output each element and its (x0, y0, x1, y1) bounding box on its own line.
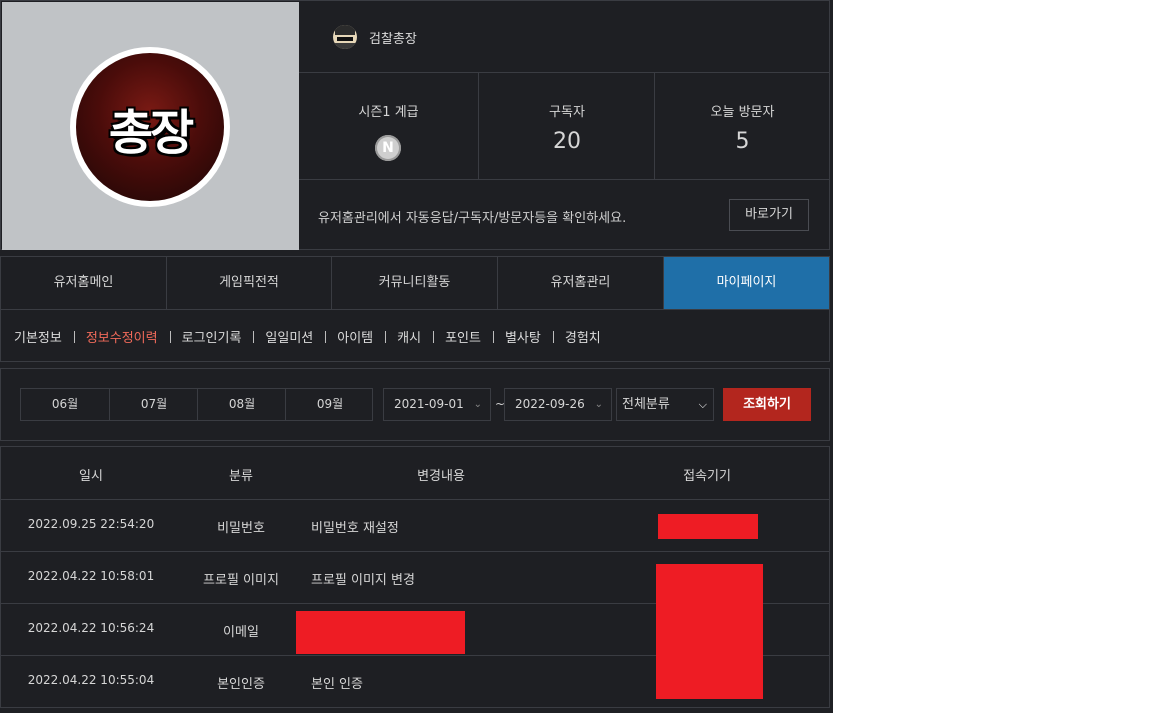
avatar-text: 총장 (108, 105, 194, 161)
stat-value: 20 (553, 129, 581, 154)
month-button[interactable]: 07월 (109, 389, 198, 420)
nav-panel: 유저홈메인 게임픽전적 커뮤니티활동 유저홈관리 마이페이지 기본정보 정보수정이… (0, 256, 830, 362)
row-change: 비밀번호 재설정 (311, 521, 399, 536)
row-datetime: 2022.09.25 22:54:20 (27, 517, 155, 531)
redaction-box (296, 611, 465, 654)
tab-mypage[interactable]: 마이페이지 (664, 257, 829, 309)
category-select[interactable]: 전체분류 ⌵ (616, 388, 714, 421)
row-change: 프로필 이미지 변경 (311, 573, 415, 588)
goto-button[interactable]: 바로가기 (729, 199, 809, 231)
stat-label: 오늘 방문자 (710, 105, 775, 120)
subtab-points[interactable]: 포인트 (445, 327, 481, 346)
app-window: 총장 검찰총장 시즌1 계급 N 구독자 20 오늘 방문자 5 유저홈관리에서… (0, 0, 833, 713)
subtab-cash[interactable]: 캐시 (397, 327, 421, 346)
month-selector: 06월 07월 08월 09월 (20, 388, 373, 421)
month-button[interactable]: 06월 (21, 389, 109, 420)
header-category: 분류 (229, 469, 253, 484)
history-table: 일시 분류 변경내용 접속기기 2022.09.25 22:54:20 비밀번호… (0, 446, 830, 708)
divider (73, 331, 75, 343)
divider (385, 331, 387, 343)
row-datetime: 2022.04.22 10:56:24 (27, 621, 155, 635)
divider (253, 331, 255, 343)
tab-game-pick-record[interactable]: 게임픽전적 (167, 257, 332, 309)
row-category: 본인인증 (217, 677, 265, 692)
filter-panel: 06월 07월 08월 09월 2021-09-01 ⌄ ~ 2022-09-2… (0, 368, 830, 441)
username: 검찰총장 (369, 32, 417, 47)
date-from-value: 2021-09-01 (394, 397, 464, 411)
stat-today-visitors: 오늘 방문자 5 (654, 73, 830, 179)
date-to-input[interactable]: 2022-09-26 ⌄ (504, 388, 612, 421)
profile-panel: 총장 검찰총장 시즌1 계급 N 구독자 20 오늘 방문자 5 유저홈관리에서… (0, 0, 830, 250)
avatar[interactable]: 총장 (70, 47, 230, 207)
header-change: 변경내용 (417, 469, 465, 484)
header-device: 접속기기 (683, 469, 731, 484)
main-tabs: 유저홈메인 게임픽전적 커뮤니티활동 유저홈관리 마이페이지 (1, 257, 829, 310)
stats-row: 시즌1 계급 N 구독자 20 오늘 방문자 5 (299, 73, 829, 180)
stat-label: 구독자 (549, 105, 585, 120)
chevron-down-icon: ⌄ (594, 399, 603, 410)
stat-subscribers: 구독자 20 (478, 73, 655, 179)
divider (169, 331, 171, 343)
month-button[interactable]: 09월 (285, 389, 374, 420)
avatar-image: 총장 (76, 53, 224, 201)
month-button[interactable]: 08월 (197, 389, 286, 420)
stat-value: 5 (735, 129, 750, 154)
subtab-edit-history[interactable]: 정보수정이력 (86, 327, 158, 346)
subtab-login-history[interactable]: 로그인기록 (182, 327, 242, 346)
tab-userhome-main[interactable]: 유저홈메인 (1, 257, 167, 309)
row-category: 이메일 (223, 625, 259, 640)
rank-badge-icon: N (375, 135, 401, 161)
subtab-basic-info[interactable]: 기본정보 (14, 327, 62, 346)
row-change: 본인 인증 (311, 677, 363, 692)
notice-text: 유저홈관리에서 자동응답/구독자/방문자등을 확인하세요. (318, 211, 627, 226)
divider (552, 331, 554, 343)
category-select-value: 전체분류 (622, 397, 670, 412)
row-datetime: 2022.04.22 10:55:04 (27, 673, 155, 687)
divider (325, 331, 327, 343)
divider (433, 331, 435, 343)
table-header: 일시 분류 변경내용 접속기기 (1, 447, 829, 500)
redaction-box (658, 514, 758, 539)
chevron-down-icon: ⌄ (473, 399, 482, 410)
divider (492, 331, 494, 343)
subtabs: 기본정보 정보수정이력 로그인기록 일일미션 아이템 캐시 포인트 별사탕 경험치 (14, 327, 601, 347)
stat-label: 시즌1 계급 (358, 105, 419, 120)
stat-season-rank: 시즌1 계급 N (299, 73, 478, 179)
user-row: 검찰총장 (299, 1, 829, 73)
tab-community-activity[interactable]: 커뮤니티활동 (332, 257, 498, 309)
chevron-down-icon: ⌵ (698, 398, 707, 411)
date-to-value: 2022-09-26 (515, 397, 585, 411)
row-datetime: 2022.04.22 10:58:01 (27, 569, 155, 583)
subtab-star-candy[interactable]: 별사탕 (505, 327, 541, 346)
avatar-area: 총장 (2, 2, 299, 250)
subtab-daily-mission[interactable]: 일일미션 (265, 327, 313, 346)
row-category: 비밀번호 (217, 521, 265, 536)
subtab-items[interactable]: 아이템 (337, 327, 373, 346)
header-datetime: 일시 (79, 469, 103, 484)
redaction-box (656, 564, 763, 699)
tab-userhome-manage[interactable]: 유저홈관리 (498, 257, 664, 309)
profile-info: 검찰총장 시즌1 계급 N 구독자 20 오늘 방문자 5 유저홈관리에서 자동… (299, 1, 829, 249)
row-category: 프로필 이미지 (203, 573, 279, 588)
rank-character-icon (333, 25, 357, 49)
date-from-input[interactable]: 2021-09-01 ⌄ (383, 388, 491, 421)
search-button[interactable]: 조회하기 (723, 388, 811, 421)
subtab-experience[interactable]: 경험치 (565, 327, 601, 346)
